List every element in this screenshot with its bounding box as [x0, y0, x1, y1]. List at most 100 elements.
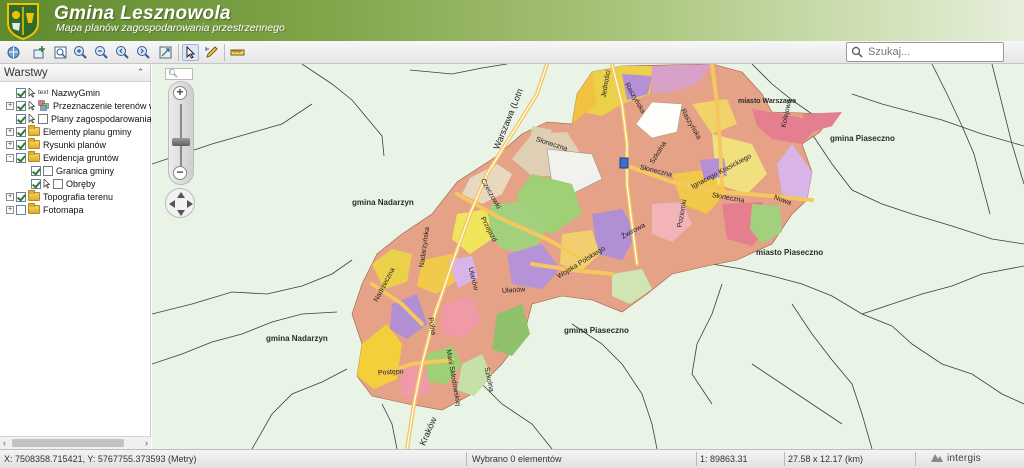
status-bar: X: 7508358.715421, Y: 5767755.373593 (Me… [0, 449, 1024, 468]
edit-pencil-button[interactable] [203, 44, 220, 61]
zoom-extent-button[interactable] [52, 44, 69, 61]
place-label: gmina Piaseczno [830, 134, 895, 143]
folder-icon [28, 203, 40, 214]
scrollbar-thumb[interactable] [12, 439, 124, 447]
zoom-prev-icon [116, 46, 129, 59]
status-divider [915, 452, 916, 466]
add-layer-button[interactable] [31, 44, 48, 61]
layer-item-rysunki[interactable]: + Rysunki planów [6, 138, 106, 151]
zoom-prev-button[interactable] [114, 44, 131, 61]
place-label: gmina Nadarzyn [352, 198, 414, 207]
scroll-right-icon[interactable]: › [145, 437, 148, 449]
select-pointer-icon [186, 45, 196, 59]
layer-label: Granica gminy [56, 165, 115, 176]
layers-tool-icon [7, 46, 20, 59]
add-layer-icon [33, 46, 45, 59]
polygon-layer-icon [43, 165, 53, 176]
collapse-panel-icon[interactable]: ⌃ [135, 67, 146, 78]
brand-name: intergis [947, 452, 981, 464]
expand-icon[interactable]: + [6, 205, 14, 214]
measure-ruler-icon [230, 49, 245, 56]
polygon-layer-icon [53, 178, 63, 189]
zoom-next-icon [137, 46, 150, 59]
layer-item-przeznaczenie[interactable]: + Przeznaczenie terenów w [6, 99, 151, 112]
layer-checkbox[interactable] [16, 126, 26, 137]
layers-horizontal-scrollbar[interactable]: ‹ › [0, 436, 151, 449]
map-view[interactable]: gmina Nadarzyn gmina Nadarzyn gmina Pias… [152, 64, 1024, 449]
folder-icon [28, 190, 40, 201]
map-scale: 1: 89863.31 [700, 454, 748, 464]
expand-icon[interactable]: + [6, 140, 14, 149]
layer-label: Rysunki planów [43, 139, 107, 150]
polygon-layer-icon [38, 113, 48, 124]
expand-icon[interactable]: + [6, 101, 14, 110]
layer-checkbox[interactable] [16, 87, 26, 98]
folder-icon [28, 125, 40, 136]
layer-checkbox[interactable] [16, 191, 26, 202]
zoom-plus-button[interactable]: + [173, 86, 187, 100]
layer-checkbox[interactable] [16, 139, 26, 150]
zoom-minus-button[interactable]: − [173, 166, 187, 180]
layer-item-nazwygmin[interactable]: text NazwyGmin [6, 86, 100, 99]
layer-checkbox[interactable] [31, 165, 41, 176]
layer-label: NazwyGmin [51, 87, 100, 98]
zoom-in-icon [74, 46, 87, 59]
status-divider [696, 452, 697, 466]
layer-label: Fotomapa [43, 204, 84, 215]
zoom-out-icon [95, 46, 108, 59]
magnifier-icon[interactable]: 🔍︎ [165, 68, 193, 80]
layer-checkbox[interactable] [16, 113, 26, 124]
search-input[interactable] [868, 46, 998, 58]
layer-checkbox[interactable] [16, 152, 26, 163]
zoom-in-button[interactable] [72, 44, 89, 61]
folder-icon [28, 138, 40, 149]
zoom-next-button[interactable] [135, 44, 152, 61]
app-subtitle: Mapa planów zagospodarowania przestrzenn… [56, 22, 285, 34]
layers-panel-title: Warstwy [4, 67, 48, 79]
intergis-logo-icon [931, 454, 943, 462]
scroll-left-icon[interactable]: ‹ [3, 437, 6, 449]
select-pointer-button[interactable] [182, 44, 199, 61]
zoom-slider-handle[interactable] [172, 138, 190, 146]
full-extent-button[interactable] [157, 44, 174, 61]
location-marker [619, 157, 629, 169]
selection-count: Wybrano 0 elementów [472, 454, 562, 464]
layer-checkbox[interactable] [31, 178, 41, 189]
toolbar-separator [224, 44, 225, 61]
toolbar-separator [178, 44, 179, 61]
layer-label: Przeznaczenie terenów w [53, 100, 151, 111]
pan-arrows-icon [169, 192, 193, 216]
intergis-logo: intergis [930, 452, 981, 464]
zoom-bar: + − [168, 81, 194, 185]
place-label: gmina Nadarzyn [266, 334, 328, 343]
layers-panel: Warstwy ⌃ text NazwyGmin + Przeznaczenie… [0, 64, 151, 449]
edit-pencil-icon [205, 46, 218, 58]
zoom-out-button[interactable] [93, 44, 110, 61]
layer-item-granica[interactable]: Granica gminy [31, 164, 114, 177]
layer-item-topografia[interactable]: + Topografia terenu [6, 190, 113, 203]
layers-tool-button[interactable] [5, 44, 22, 61]
layer-checkbox[interactable] [16, 100, 26, 111]
zoom-slider-track[interactable] [180, 104, 182, 166]
toolbar [0, 41, 1024, 64]
layer-item-fotomapa[interactable]: + Fotomapa [6, 203, 84, 216]
layer-item-elementy[interactable]: + Elementy planu gminy [6, 125, 132, 138]
expand-icon[interactable]: + [6, 127, 14, 136]
layer-checkbox[interactable] [16, 204, 26, 215]
app-window: Gmina Lesznowola Mapa planów zagospodaro… [0, 0, 1024, 468]
search-box[interactable] [846, 42, 1004, 62]
pan-control[interactable] [165, 188, 195, 218]
search-icon [851, 46, 863, 58]
expand-icon[interactable]: + [6, 192, 14, 201]
layer-item-ewidencja[interactable]: - Ewidencja gruntów [6, 151, 119, 164]
layer-label: Obręby [66, 178, 96, 189]
layer-item-obreby[interactable]: Obręby [31, 177, 96, 190]
selectable-cursor-icon [28, 113, 36, 123]
layer-item-plany[interactable]: Plany zagospodarowania [6, 112, 151, 125]
zoom-extent-icon [54, 46, 67, 59]
collapse-icon[interactable]: - [6, 153, 14, 162]
measure-ruler-button[interactable] [229, 44, 246, 61]
selectable-cursor-icon [43, 178, 51, 188]
selectable-cursor-icon [28, 87, 36, 97]
app-header: Gmina Lesznowola Mapa planów zagospodaro… [0, 0, 1024, 41]
